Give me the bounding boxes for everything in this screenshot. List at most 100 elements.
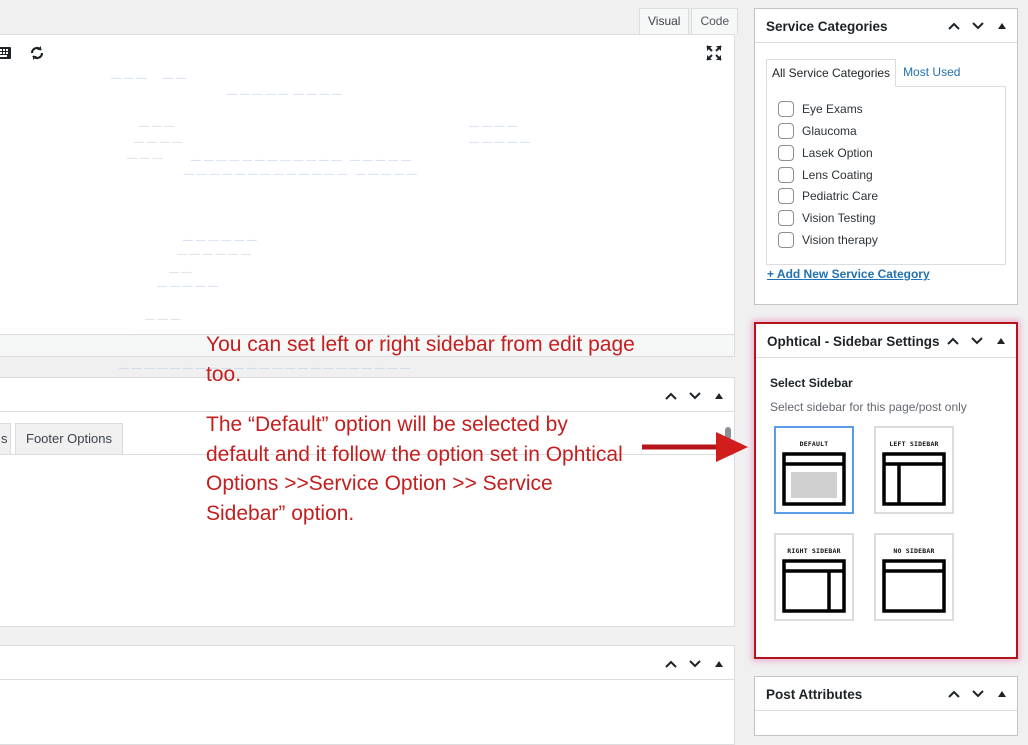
layout-label: NO SIDEBAR [893, 547, 935, 555]
layout-right-sidebar-icon [782, 559, 846, 613]
chevron-up-icon[interactable] [662, 388, 680, 404]
service-categories-box: Service Categories All Service Categorie… [754, 8, 1018, 305]
postbox-header: Post Attributes [755, 677, 1017, 711]
faint-text: — — — — — — — — — [227, 89, 343, 100]
faint-text: — — — — — [469, 137, 531, 148]
checkbox[interactable] [778, 101, 794, 117]
category-label: Pediatric Care [802, 189, 879, 203]
postbox-title: Post Attributes [766, 687, 863, 702]
checkbox[interactable] [778, 145, 794, 161]
layout-label: LEFT SIDEBAR [889, 440, 939, 448]
tab-footer-options[interactable]: Footer Options [15, 423, 123, 455]
annotation-text-1: You can set left or right sidebar from e… [206, 333, 635, 386]
chevron-up-icon[interactable] [944, 333, 962, 349]
tab-most-used[interactable]: Most Used [896, 59, 965, 87]
category-item-pediatric-care[interactable]: Pediatric Care [778, 188, 878, 204]
faint-text: — — — [127, 153, 163, 164]
layout-option-no-sidebar[interactable]: NO SIDEBAR [874, 533, 954, 621]
collapse-toggle-icon[interactable] [993, 18, 1011, 34]
category-tabs: All Service Categories Most Used [766, 59, 965, 87]
sidebar-settings-box: Ophtical - Sidebar Settings Select Sideb… [754, 322, 1018, 659]
annotation-text-2: The “Default” option will be selected by… [206, 413, 623, 525]
category-item-glaucoma[interactable]: Glaucoma [778, 123, 857, 139]
tab-partial[interactable]: s [0, 423, 11, 455]
checkbox[interactable] [778, 167, 794, 183]
faint-text: — — — — [134, 137, 183, 148]
editor-toolbar [0, 35, 734, 71]
faint-text: — — — [139, 121, 175, 132]
metabox-header [0, 646, 734, 680]
chevron-down-icon[interactable] [968, 333, 986, 349]
collapse-toggle-icon[interactable] [710, 388, 728, 404]
faint-text: — — — — — — [177, 249, 251, 260]
faint-text: — — — — — — — — — — — — — — — — — — [184, 169, 417, 180]
chevron-down-icon[interactable] [686, 656, 704, 672]
category-item-lens-coating[interactable]: Lens Coating [778, 167, 873, 183]
category-label: Eye Exams [802, 102, 863, 116]
chevron-up-icon[interactable] [945, 686, 963, 702]
annotation-arrow-icon [642, 432, 748, 462]
editor-content-area[interactable]: — — — — — — — — — — — — — — — — — — — — … [0, 71, 734, 374]
faint-text: — — — — — [111, 73, 187, 84]
refresh-icon[interactable] [27, 43, 47, 63]
collapse-toggle-icon[interactable] [710, 656, 728, 672]
keyboard-icon[interactable] [0, 43, 13, 63]
layout-option-right-sidebar[interactable]: RIGHT SIDEBAR [774, 533, 854, 621]
tab-all-categories[interactable]: All Service Categories [766, 59, 897, 87]
category-item-vision-testing[interactable]: Vision Testing [778, 210, 876, 226]
options-tabs: s Footer Options [0, 423, 127, 455]
tab-visual[interactable]: Visual [639, 8, 690, 34]
content-editor: — — — — — — — — — — — — — — — — — — — — … [0, 34, 735, 374]
layout-option-default[interactable]: DEFAULT [774, 426, 854, 514]
checkbox[interactable] [778, 188, 794, 204]
category-label: Vision therapy [802, 233, 878, 247]
collapse-toggle-icon[interactable] [992, 333, 1010, 349]
collapse-toggle-icon[interactable] [993, 686, 1011, 702]
category-label: Lasek Option [802, 146, 873, 160]
postbox-title: Service Categories [766, 19, 888, 34]
layout-option-left-sidebar[interactable]: LEFT SIDEBAR [874, 426, 954, 514]
chevron-down-icon[interactable] [686, 388, 704, 404]
layout-default-icon [782, 452, 846, 506]
post-attributes-box: Post Attributes [754, 676, 1018, 736]
chevron-down-icon[interactable] [969, 686, 987, 702]
editor-mode-tabs: Visual Code [637, 8, 739, 34]
postbox-controls [945, 18, 1011, 34]
postbox-controls [945, 686, 1011, 702]
select-sidebar-label: Select Sidebar [770, 376, 853, 390]
category-checklist: Eye Exams Glaucoma Lasek Option Lens Coa… [766, 86, 1006, 265]
fullscreen-icon[interactable] [704, 43, 724, 63]
layout-label: DEFAULT [799, 440, 829, 448]
category-label: Vision Testing [802, 211, 876, 225]
faint-text: — — — — — [157, 281, 219, 292]
faint-text: — — — — — — [183, 235, 257, 246]
postbox-header: Service Categories [755, 9, 1017, 43]
tab-code[interactable]: Code [691, 8, 739, 34]
faint-text: — — — — — — — — — — — — — — — — — [191, 155, 412, 166]
chevron-up-icon[interactable] [945, 18, 963, 34]
faint-text: — — — — [469, 121, 518, 132]
category-item-eye-exams[interactable]: Eye Exams [778, 101, 863, 117]
layout-no-sidebar-icon [882, 559, 946, 613]
select-sidebar-description: Select sidebar for this page/post only [770, 400, 967, 414]
checkbox[interactable] [778, 123, 794, 139]
add-new-category-link[interactable]: + Add New Service Category [767, 267, 930, 281]
category-item-lasek-option[interactable]: Lasek Option [778, 145, 873, 161]
category-item-vision-therapy[interactable]: Vision therapy [778, 232, 878, 248]
metabox-controls [662, 656, 728, 672]
category-label: Lens Coating [802, 168, 873, 182]
faint-text: — — [169, 267, 192, 278]
checkbox[interactable] [778, 210, 794, 226]
postbox-controls [944, 333, 1010, 349]
layout-label: RIGHT SIDEBAR [787, 547, 841, 555]
chevron-down-icon[interactable] [969, 18, 987, 34]
layout-left-sidebar-icon [882, 452, 946, 506]
postbox-header: Ophtical - Sidebar Settings [756, 324, 1016, 358]
chevron-up-icon[interactable] [662, 656, 680, 672]
postbox-title: Ophtical - Sidebar Settings [767, 334, 940, 349]
faint-text: — — — [145, 314, 181, 325]
category-label: Glaucoma [802, 124, 857, 138]
metabox-controls [662, 388, 728, 404]
metabox-bottom [0, 645, 735, 745]
checkbox[interactable] [778, 232, 794, 248]
